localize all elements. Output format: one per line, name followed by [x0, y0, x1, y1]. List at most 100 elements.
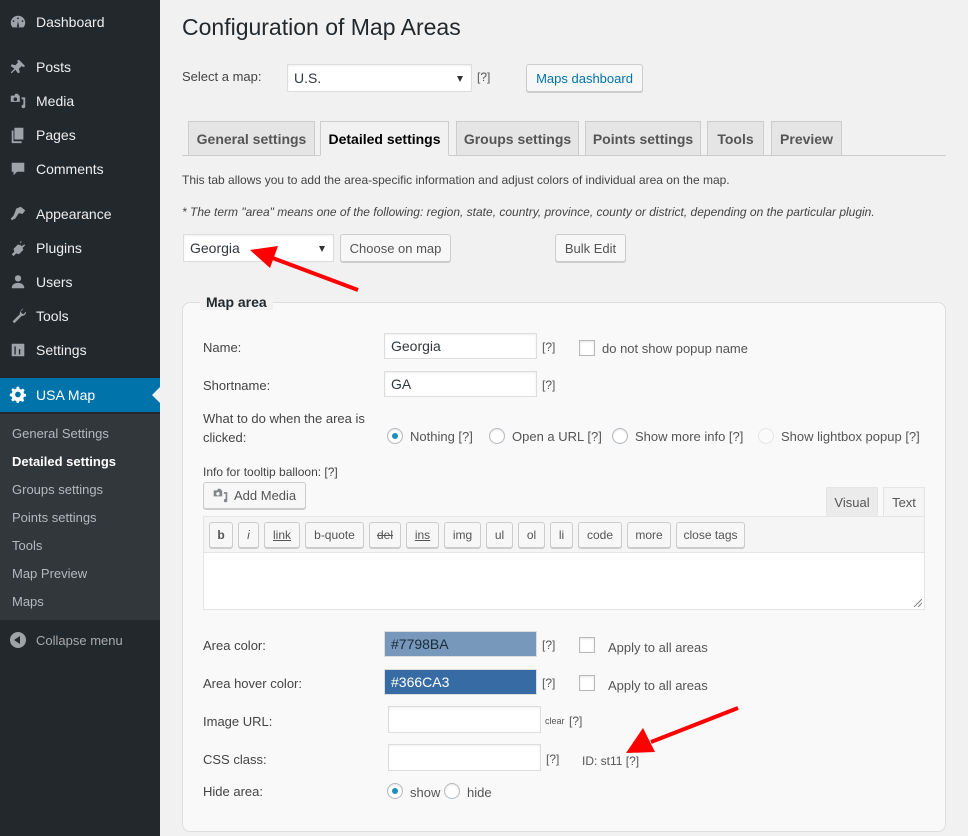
sidebar-item-plugins[interactable]: Plugins — [0, 231, 160, 265]
sidebar-item-label: USA Map — [36, 387, 96, 403]
sidebar-item-appearance[interactable]: Appearance — [0, 197, 160, 231]
area-hover-color-label: Area hover color: — [203, 676, 302, 691]
css-class-label: CSS class: — [203, 752, 267, 767]
shortname-label: Shortname: — [203, 378, 271, 393]
area-id-label: ID: st11 [?] — [582, 754, 640, 768]
qt-ul-button[interactable]: ul — [486, 522, 513, 548]
apply-area-color-all-checkbox[interactable] — [579, 637, 595, 653]
submenu-tools[interactable]: Tools — [12, 538, 42, 553]
gear-icon — [0, 386, 36, 404]
settings-sliders-icon — [0, 341, 36, 359]
sidebar-item-label: Settings — [36, 342, 87, 358]
sidebar-item-label: Plugins — [36, 240, 82, 256]
maps-dashboard-button[interactable]: Maps dashboard — [526, 64, 643, 92]
qt-bquote-button[interactable]: b-quote — [305, 522, 364, 548]
sidebar-item-users[interactable]: Users — [0, 265, 160, 299]
add-media-label: Add Media — [234, 488, 297, 503]
sidebar-item-settings[interactable]: Settings — [0, 333, 160, 367]
qt-code-button[interactable]: code — [578, 522, 622, 548]
collapse-menu-button[interactable]: Collapse menu — [0, 626, 160, 654]
add-media-button[interactable]: Add Media — [203, 482, 306, 509]
area-color-input[interactable]: #7798BA — [384, 631, 537, 657]
pin-icon — [0, 58, 36, 76]
submenu-maps[interactable]: Maps — [12, 594, 44, 609]
sidebar-item-posts[interactable]: Posts — [0, 50, 160, 84]
name-help-link[interactable]: [?] — [542, 340, 555, 354]
clear-image-link[interactable]: clear — [545, 716, 565, 726]
dashboard-icon — [0, 13, 36, 31]
tooltip-label: Info for tooltip balloon: [?] — [203, 465, 338, 479]
qt-bold-button[interactable]: b — [209, 522, 233, 548]
editor-tab-text[interactable]: Text — [883, 487, 925, 517]
submenu-points-settings[interactable]: Points settings — [12, 510, 97, 525]
sidebar-item-comments[interactable]: Comments — [0, 152, 160, 186]
sidebar-item-tools[interactable]: Tools — [0, 299, 160, 333]
sidebar-item-media[interactable]: Media — [0, 84, 160, 118]
click-action-nothing-radio[interactable] — [387, 428, 403, 444]
admin-sidebar: Dashboard Posts Media Pages Comments App… — [0, 0, 160, 836]
shortname-help-link[interactable]: [?] — [542, 378, 555, 392]
image-url-help-link[interactable]: [?] — [569, 714, 582, 728]
name-input-value: Georgia — [391, 338, 441, 354]
hide-area-hide-radio[interactable] — [444, 783, 460, 799]
tooltip-textarea[interactable] — [203, 552, 925, 610]
qt-ol-button[interactable]: ol — [518, 522, 545, 548]
click-action-lightbox-radio[interactable] — [758, 428, 774, 444]
paintbrush-icon — [0, 205, 36, 223]
qt-link-button[interactable]: link — [264, 522, 300, 548]
tab-groups-settings[interactable]: Groups settings — [456, 121, 579, 156]
user-icon — [0, 273, 36, 291]
submenu-groups-settings[interactable]: Groups settings — [12, 482, 103, 497]
page-title: Configuration of Map Areas — [182, 14, 461, 40]
image-url-input[interactable] — [388, 706, 541, 733]
apply-hover-color-all-checkbox[interactable] — [579, 675, 595, 691]
submenu-detailed-settings[interactable]: Detailed settings — [12, 454, 116, 469]
resize-grip-icon[interactable] — [914, 599, 922, 607]
name-input[interactable]: Georgia — [384, 333, 537, 359]
hide-area-show-label: show — [410, 785, 441, 800]
tab-detailed-settings[interactable]: Detailed settings — [320, 121, 449, 156]
sidebar-item-label: Appearance — [36, 206, 112, 222]
tab-tools[interactable]: Tools — [707, 121, 764, 156]
qt-img-button[interactable]: img — [444, 522, 481, 548]
hide-area-label: Hide area: — [203, 784, 263, 799]
submenu-general-settings[interactable]: General Settings — [12, 426, 109, 441]
editor-tab-visual[interactable]: Visual — [826, 487, 878, 517]
no-popup-name-checkbox[interactable] — [579, 340, 595, 356]
css-class-input[interactable] — [388, 744, 541, 771]
map-help-link[interactable]: [?] — [477, 70, 490, 84]
submenu-map-preview[interactable]: Map Preview — [12, 566, 87, 581]
area-color-help-link[interactable]: [?] — [542, 638, 555, 652]
tab-points-settings[interactable]: Points settings — [585, 121, 701, 156]
tab-preview[interactable]: Preview — [771, 121, 842, 156]
qt-ins-button[interactable]: ins — [406, 522, 439, 548]
shortname-input-value: GA — [391, 376, 412, 392]
shortname-input[interactable]: GA — [384, 371, 537, 397]
name-label: Name: — [203, 340, 242, 355]
area-hover-color-input[interactable]: #366CA3 — [384, 669, 537, 695]
no-popup-name-label: do not show popup name — [602, 341, 748, 356]
bulk-edit-button[interactable]: Bulk Edit — [555, 234, 626, 262]
click-action-more-info-radio[interactable] — [612, 428, 628, 444]
click-action-url-radio[interactable] — [489, 428, 505, 444]
choose-on-map-button[interactable]: Choose on map — [340, 234, 451, 262]
qt-del-button[interactable]: del — [369, 522, 401, 548]
qt-italic-button[interactable]: i — [238, 522, 259, 548]
sidebar-item-pages[interactable]: Pages — [0, 118, 160, 152]
sidebar-item-label: Users — [36, 274, 73, 290]
qt-close-tags-button[interactable]: close tags — [676, 522, 745, 548]
area-hover-color-help-link[interactable]: [?] — [542, 676, 555, 690]
collapse-arrow-icon — [0, 632, 36, 648]
tab-general-settings[interactable]: General settings — [188, 121, 315, 156]
sidebar-item-dashboard[interactable]: Dashboard — [0, 5, 160, 39]
map-select[interactable]: U.S. — [287, 64, 472, 92]
select-map-label: Select a map: — [182, 69, 262, 84]
hide-area-hide-label: hide — [467, 785, 492, 800]
qt-li-button[interactable]: li — [550, 522, 573, 548]
css-class-help-link[interactable]: [?] — [546, 752, 559, 766]
sidebar-item-usa-map[interactable]: USA Map — [0, 378, 160, 412]
sidebar-item-label: Dashboard — [36, 14, 105, 30]
area-select[interactable]: Georgia — [183, 234, 334, 262]
qt-more-button[interactable]: more — [627, 522, 671, 548]
hide-area-show-radio[interactable] — [387, 783, 403, 799]
